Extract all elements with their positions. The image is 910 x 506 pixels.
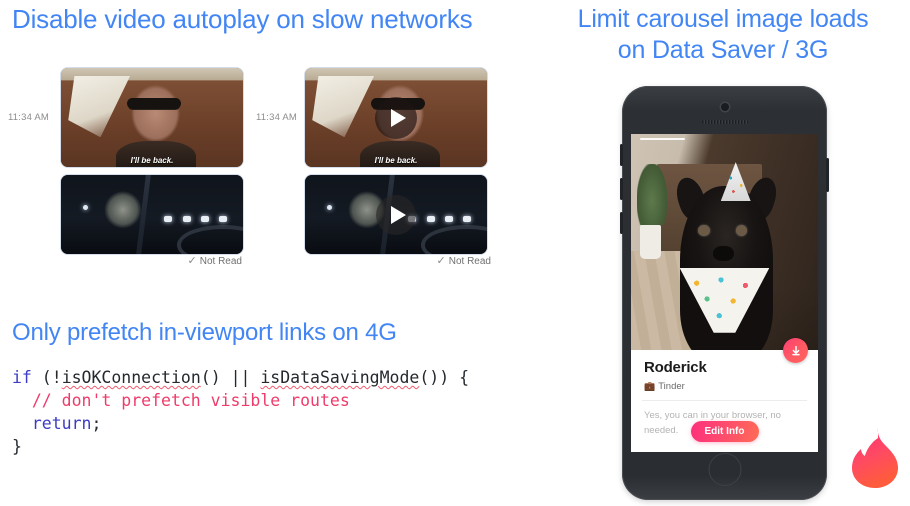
carousel-progress-bar <box>640 138 686 140</box>
mute-switch[interactable] <box>620 212 623 234</box>
page-title-video-autoplay: Disable video autoplay on slow networks <box>12 4 473 34</box>
play-button-icon[interactable] <box>376 194 416 235</box>
code-line: // don't prefetch visible routes <box>12 389 469 412</box>
video-frame-terminator-night <box>61 175 243 254</box>
video-thumbnail[interactable]: I'll be back. <box>305 68 487 167</box>
video-frame-lights <box>407 216 483 223</box>
video-frame-highlight <box>326 205 332 211</box>
code-line: if (!isOKConnection() || isDataSavingMod… <box>12 366 469 389</box>
card-divider <box>642 400 807 401</box>
video-frame-lights <box>163 216 239 223</box>
profile-name: Roderick <box>644 359 707 376</box>
message-status-label: Not Read <box>199 256 242 267</box>
code-token-ident: isDataSavingMode <box>260 368 420 387</box>
party-hat-dots <box>722 168 749 199</box>
volume-up-button[interactable] <box>620 144 623 166</box>
code-token-pun: (! <box>31 368 62 387</box>
code-token-pun: } <box>12 437 22 456</box>
front-camera-icon <box>720 103 729 111</box>
code-token-pun: () || <box>200 368 261 387</box>
check-icon: ✓ <box>187 255 197 267</box>
earpiece-speaker <box>701 120 748 124</box>
dog-snout <box>713 246 734 262</box>
profile-subtitle: 💼 Tinder <box>644 381 685 392</box>
code-token-pun <box>12 414 32 433</box>
video-frame-pillar <box>136 175 151 254</box>
video-caption: I'll be back. <box>374 156 418 165</box>
video-thumbnail[interactable]: I'll be back. <box>61 68 243 167</box>
code-line: } <box>12 435 469 458</box>
phone-mockup: Roderick 💼 Tinder Yes, you can in your br… <box>620 86 829 500</box>
dog-eye-right <box>735 224 747 236</box>
power-button[interactable] <box>826 158 829 192</box>
phone-screen: Roderick 💼 Tinder Yes, you can in your br… <box>631 134 818 452</box>
edit-info-button[interactable]: Edit Info <box>690 421 759 442</box>
code-token-kw: if <box>12 368 32 387</box>
dog-eye-left <box>698 224 710 236</box>
video-thumbnail[interactable] <box>305 175 487 254</box>
carousel-image[interactable] <box>631 134 818 350</box>
briefcase-icon: 💼 <box>644 381 656 391</box>
message-bubble-group: I'll be back. <box>61 68 243 262</box>
profile-subtitle-label: Tinder <box>658 381 685 392</box>
tinder-flame-logo <box>848 427 902 489</box>
code-token-pun: ; <box>91 414 102 433</box>
code-line: return; <box>12 412 469 435</box>
volume-down-button[interactable] <box>620 178 623 200</box>
code-token-cmt: // don't prefetch visible routes <box>12 391 350 410</box>
check-icon: ✓ <box>436 255 446 267</box>
play-button-icon[interactable] <box>375 96 417 139</box>
video-frame-highlight <box>82 205 88 211</box>
code-token-kw: return <box>31 414 92 433</box>
slide-canvas: Disable video autoplay on slow networks … <box>0 0 910 506</box>
message-status-label: Not Read <box>448 256 491 267</box>
message-bubble-group: I'll be back. <box>305 68 487 262</box>
home-button[interactable] <box>708 453 741 486</box>
page-title-prefetch: Only prefetch in-viewport links on 4G <box>12 319 397 346</box>
message-status: ✓ Not Read <box>437 254 491 267</box>
code-block: if (!isOKConnection() || isDataSavingMod… <box>12 366 469 458</box>
dog-bandana-pattern <box>681 272 768 329</box>
download-arrow-icon[interactable] <box>783 338 808 363</box>
profile-card: Roderick 💼 Tinder Yes, you can in your br… <box>631 350 818 452</box>
video-frame-wheel <box>421 225 487 254</box>
video-thumbnail[interactable] <box>61 175 243 254</box>
video-frame-wheel <box>177 225 243 254</box>
message-timestamp: 11:34 AM <box>256 112 298 123</box>
message-status: ✓ Not Read <box>188 254 242 267</box>
page-title-carousel-limit: Limit carousel image loads on Data Saver… <box>577 5 869 64</box>
photo-background-plant <box>636 164 667 225</box>
code-token-pun: ()) { <box>419 368 469 387</box>
photo-background-pot <box>640 224 661 260</box>
code-token-ident: isOKConnection <box>61 368 201 387</box>
video-frame-terminator-day <box>61 68 243 167</box>
video-caption: I'll be back. <box>130 156 174 165</box>
message-timestamp: 11:34 AM <box>8 112 50 123</box>
